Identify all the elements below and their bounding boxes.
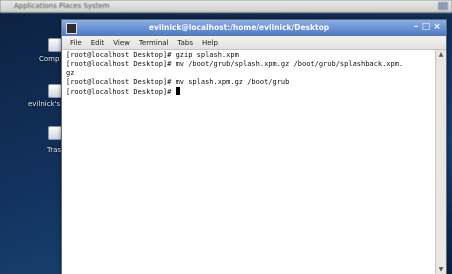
- scroll-down-icon[interactable]: ▼: [437, 266, 445, 274]
- menu-bar: File Edit View Terminal Tabs Help: [62, 36, 446, 50]
- panel-menus[interactable]: Applications Places System: [14, 2, 110, 10]
- menu-help[interactable]: Help: [202, 39, 218, 47]
- window-titlebar[interactable]: evilnick@localhost:/home/evilnick/Deskto…: [62, 20, 446, 36]
- terminal-prompt: [root@localhost Desktop]#: [66, 88, 176, 96]
- menu-edit[interactable]: Edit: [91, 39, 105, 47]
- desktop-background: Applications Places System Comp evilnick…: [0, 0, 452, 274]
- window-title: evilnick@localhost:/home/evilnick/Deskto…: [148, 23, 330, 32]
- close-icon[interactable]: ×: [432, 22, 442, 33]
- menu-file[interactable]: File: [70, 39, 82, 47]
- terminal-prompt-line: [root@localhost Desktop]#: [66, 87, 428, 97]
- scroll-up-icon[interactable]: ▲: [437, 51, 445, 59]
- menu-tabs[interactable]: Tabs: [178, 39, 194, 47]
- menu-terminal[interactable]: Terminal: [139, 39, 169, 47]
- terminal-line: [root@localhost Desktop]# gzip splash.xp…: [66, 51, 239, 59]
- panel-applet-icon[interactable]: [438, 2, 448, 10]
- terminal-window[interactable]: evilnick@localhost:/home/evilnick/Deskto…: [61, 19, 447, 274]
- terminal-output[interactable]: [root@localhost Desktop]# gzip splash.xp…: [66, 51, 428, 273]
- menu-view[interactable]: View: [113, 39, 130, 47]
- home-icon-label: evilnick's: [28, 100, 61, 108]
- minimize-icon[interactable]: –: [411, 22, 421, 33]
- top-panel: Applications Places System: [0, 0, 452, 13]
- text-cursor: [175, 87, 180, 95]
- terminal-line: gz: [66, 69, 75, 77]
- maximize-icon[interactable]: □: [421, 22, 431, 33]
- computer-icon-label: Comp: [39, 55, 60, 63]
- terminal-line: [root@localhost Desktop]# mv splash.xpm.…: [66, 78, 290, 86]
- vertical-scrollbar[interactable]: ▲ ▼: [435, 50, 446, 274]
- terminal-line: [root@localhost Desktop]# mv /boot/grub/…: [66, 60, 404, 68]
